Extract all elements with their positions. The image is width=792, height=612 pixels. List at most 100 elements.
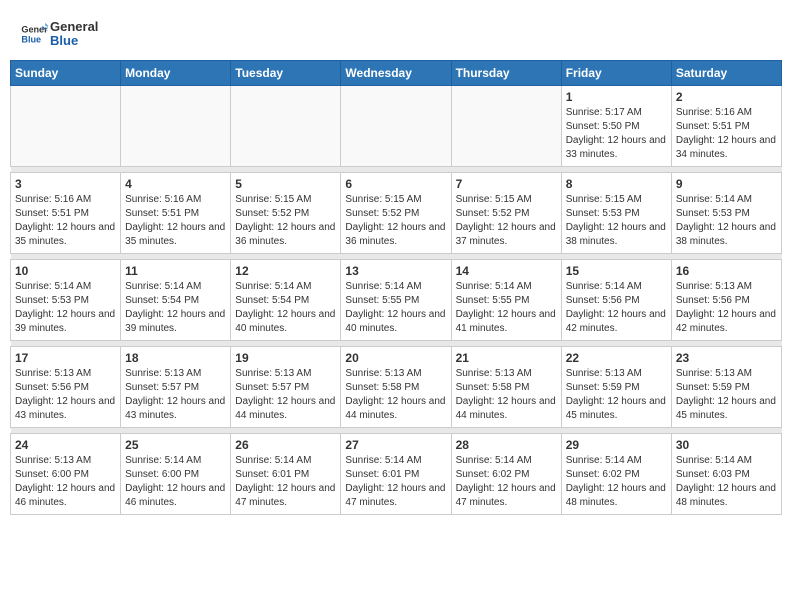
day-number: 16 bbox=[676, 264, 777, 278]
day-number: 22 bbox=[566, 351, 667, 365]
day-info: Sunrise: 5:14 AMSunset: 6:02 PMDaylight:… bbox=[456, 454, 557, 510]
calendar-cell bbox=[231, 85, 341, 166]
day-info: Sunrise: 5:13 AMSunset: 5:56 PMDaylight:… bbox=[15, 367, 116, 423]
logo-icon: General Blue bbox=[20, 20, 48, 48]
calendar-cell: 2 Sunrise: 5:16 AMSunset: 5:51 PMDaylight… bbox=[671, 85, 781, 166]
day-info: Sunrise: 5:14 AMSunset: 5:56 PMDaylight:… bbox=[566, 280, 667, 336]
logo-text-general: General bbox=[50, 20, 98, 34]
day-number: 11 bbox=[125, 264, 226, 278]
day-number: 26 bbox=[235, 438, 336, 452]
calendar-cell: 4 Sunrise: 5:16 AMSunset: 5:51 PMDaylight… bbox=[121, 172, 231, 253]
day-info: Sunrise: 5:15 AMSunset: 5:52 PMDaylight:… bbox=[345, 193, 446, 249]
day-number: 19 bbox=[235, 351, 336, 365]
day-number: 1 bbox=[566, 90, 667, 104]
day-number: 9 bbox=[676, 177, 777, 191]
day-info: Sunrise: 5:16 AMSunset: 5:51 PMDaylight:… bbox=[676, 106, 777, 162]
calendar-table: SundayMondayTuesdayWednesdayThursdayFrid… bbox=[10, 60, 782, 515]
page-header: General Blue General Blue bbox=[10, 10, 782, 54]
calendar-cell: 5 Sunrise: 5:15 AMSunset: 5:52 PMDaylight… bbox=[231, 172, 341, 253]
calendar-cell: 11 Sunrise: 5:14 AMSunset: 5:54 PMDayligh… bbox=[121, 259, 231, 340]
calendar-cell bbox=[341, 85, 451, 166]
calendar-cell: 26 Sunrise: 5:14 AMSunset: 6:01 PMDayligh… bbox=[231, 433, 341, 514]
calendar-cell: 21Sunrise: 5:13 AMSunset: 5:58 PMDayligh… bbox=[451, 346, 561, 427]
calendar-cell: 8 Sunrise: 5:15 AMSunset: 5:53 PMDaylight… bbox=[561, 172, 671, 253]
day-info: Sunrise: 5:14 AMSunset: 6:01 PMDaylight:… bbox=[235, 454, 336, 510]
day-number: 18 bbox=[125, 351, 226, 365]
week-row-3: 10Sunrise: 5:14 AMSunset: 5:53 PMDayligh… bbox=[11, 259, 782, 340]
day-info: Sunrise: 5:13 AMSunset: 5:57 PMDaylight:… bbox=[125, 367, 226, 423]
day-number: 2 bbox=[676, 90, 777, 104]
week-row-5: 24 Sunrise: 5:13 AMSunset: 6:00 PMDayligh… bbox=[11, 433, 782, 514]
day-number: 5 bbox=[235, 177, 336, 191]
day-info: Sunrise: 5:15 AMSunset: 5:52 PMDaylight:… bbox=[456, 193, 557, 249]
calendar-cell: 27 Sunrise: 5:14 AMSunset: 6:01 PMDayligh… bbox=[341, 433, 451, 514]
calendar-cell: 22 Sunrise: 5:13 AMSunset: 5:59 PMDayligh… bbox=[561, 346, 671, 427]
calendar-cell: 15Sunrise: 5:14 AMSunset: 5:56 PMDayligh… bbox=[561, 259, 671, 340]
calendar-cell: 29 Sunrise: 5:14 AMSunset: 6:02 PMDayligh… bbox=[561, 433, 671, 514]
day-info: Sunrise: 5:14 AMSunset: 6:00 PMDaylight:… bbox=[125, 454, 226, 510]
day-number: 24 bbox=[15, 438, 116, 452]
day-info: Sunrise: 5:13 AMSunset: 6:00 PMDaylight:… bbox=[15, 454, 116, 510]
week-row-4: 17 Sunrise: 5:13 AMSunset: 5:56 PMDayligh… bbox=[11, 346, 782, 427]
calendar-cell: 30 Sunrise: 5:14 AMSunset: 6:03 PMDayligh… bbox=[671, 433, 781, 514]
day-number: 20 bbox=[345, 351, 446, 365]
calendar-cell: 7 Sunrise: 5:15 AMSunset: 5:52 PMDaylight… bbox=[451, 172, 561, 253]
day-info: Sunrise: 5:13 AMSunset: 5:59 PMDaylight:… bbox=[566, 367, 667, 423]
calendar-cell: 24 Sunrise: 5:13 AMSunset: 6:00 PMDayligh… bbox=[11, 433, 121, 514]
calendar-cell: 17 Sunrise: 5:13 AMSunset: 5:56 PMDayligh… bbox=[11, 346, 121, 427]
calendar-cell: 16Sunrise: 5:13 AMSunset: 5:56 PMDayligh… bbox=[671, 259, 781, 340]
day-number: 25 bbox=[125, 438, 226, 452]
day-number: 30 bbox=[676, 438, 777, 452]
day-info: Sunrise: 5:14 AMSunset: 5:55 PMDaylight:… bbox=[345, 280, 446, 336]
day-number: 8 bbox=[566, 177, 667, 191]
weekday-header-saturday: Saturday bbox=[671, 60, 781, 85]
week-row-1: 1 Sunrise: 5:17 AMSunset: 5:50 PMDaylight… bbox=[11, 85, 782, 166]
calendar-cell: 10Sunrise: 5:14 AMSunset: 5:53 PMDayligh… bbox=[11, 259, 121, 340]
day-number: 10 bbox=[15, 264, 116, 278]
day-number: 29 bbox=[566, 438, 667, 452]
day-info: Sunrise: 5:14 AMSunset: 6:01 PMDaylight:… bbox=[345, 454, 446, 510]
day-info: Sunrise: 5:13 AMSunset: 5:57 PMDaylight:… bbox=[235, 367, 336, 423]
day-number: 28 bbox=[456, 438, 557, 452]
calendar-cell: 23 Sunrise: 5:13 AMSunset: 5:59 PMDayligh… bbox=[671, 346, 781, 427]
day-number: 6 bbox=[345, 177, 446, 191]
day-info: Sunrise: 5:13 AMSunset: 5:58 PMDaylight:… bbox=[456, 367, 557, 423]
day-number: 12 bbox=[235, 264, 336, 278]
calendar-cell: 3 Sunrise: 5:16 AMSunset: 5:51 PMDaylight… bbox=[11, 172, 121, 253]
day-number: 4 bbox=[125, 177, 226, 191]
weekday-header-monday: Monday bbox=[121, 60, 231, 85]
weekday-header-wednesday: Wednesday bbox=[341, 60, 451, 85]
day-info: Sunrise: 5:15 AMSunset: 5:52 PMDaylight:… bbox=[235, 193, 336, 249]
weekday-header-tuesday: Tuesday bbox=[231, 60, 341, 85]
day-info: Sunrise: 5:14 AMSunset: 5:54 PMDaylight:… bbox=[235, 280, 336, 336]
calendar-cell bbox=[451, 85, 561, 166]
week-row-2: 3 Sunrise: 5:16 AMSunset: 5:51 PMDaylight… bbox=[11, 172, 782, 253]
svg-text:Blue: Blue bbox=[21, 35, 41, 45]
day-info: Sunrise: 5:14 AMSunset: 6:02 PMDaylight:… bbox=[566, 454, 667, 510]
calendar-cell bbox=[11, 85, 121, 166]
day-info: Sunrise: 5:15 AMSunset: 5:53 PMDaylight:… bbox=[566, 193, 667, 249]
day-number: 17 bbox=[15, 351, 116, 365]
calendar-cell: 20Sunrise: 5:13 AMSunset: 5:58 PMDayligh… bbox=[341, 346, 451, 427]
day-number: 14 bbox=[456, 264, 557, 278]
calendar-cell: 19 Sunrise: 5:13 AMSunset: 5:57 PMDayligh… bbox=[231, 346, 341, 427]
day-info: Sunrise: 5:14 AMSunset: 5:54 PMDaylight:… bbox=[125, 280, 226, 336]
calendar-cell: 1 Sunrise: 5:17 AMSunset: 5:50 PMDaylight… bbox=[561, 85, 671, 166]
day-info: Sunrise: 5:16 AMSunset: 5:51 PMDaylight:… bbox=[125, 193, 226, 249]
day-number: 3 bbox=[15, 177, 116, 191]
day-info: Sunrise: 5:14 AMSunset: 6:03 PMDaylight:… bbox=[676, 454, 777, 510]
day-number: 13 bbox=[345, 264, 446, 278]
day-info: Sunrise: 5:13 AMSunset: 5:59 PMDaylight:… bbox=[676, 367, 777, 423]
logo: General Blue General Blue bbox=[20, 20, 98, 49]
calendar-cell: 18 Sunrise: 5:13 AMSunset: 5:57 PMDayligh… bbox=[121, 346, 231, 427]
day-info: Sunrise: 5:14 AMSunset: 5:55 PMDaylight:… bbox=[456, 280, 557, 336]
day-info: Sunrise: 5:17 AMSunset: 5:50 PMDaylight:… bbox=[566, 106, 667, 162]
weekday-header-sunday: Sunday bbox=[11, 60, 121, 85]
calendar-cell: 6 Sunrise: 5:15 AMSunset: 5:52 PMDaylight… bbox=[341, 172, 451, 253]
calendar-cell bbox=[121, 85, 231, 166]
day-number: 23 bbox=[676, 351, 777, 365]
day-info: Sunrise: 5:16 AMSunset: 5:51 PMDaylight:… bbox=[15, 193, 116, 249]
day-number: 7 bbox=[456, 177, 557, 191]
calendar-cell: 9Sunrise: 5:14 AMSunset: 5:53 PMDaylight… bbox=[671, 172, 781, 253]
day-number: 27 bbox=[345, 438, 446, 452]
